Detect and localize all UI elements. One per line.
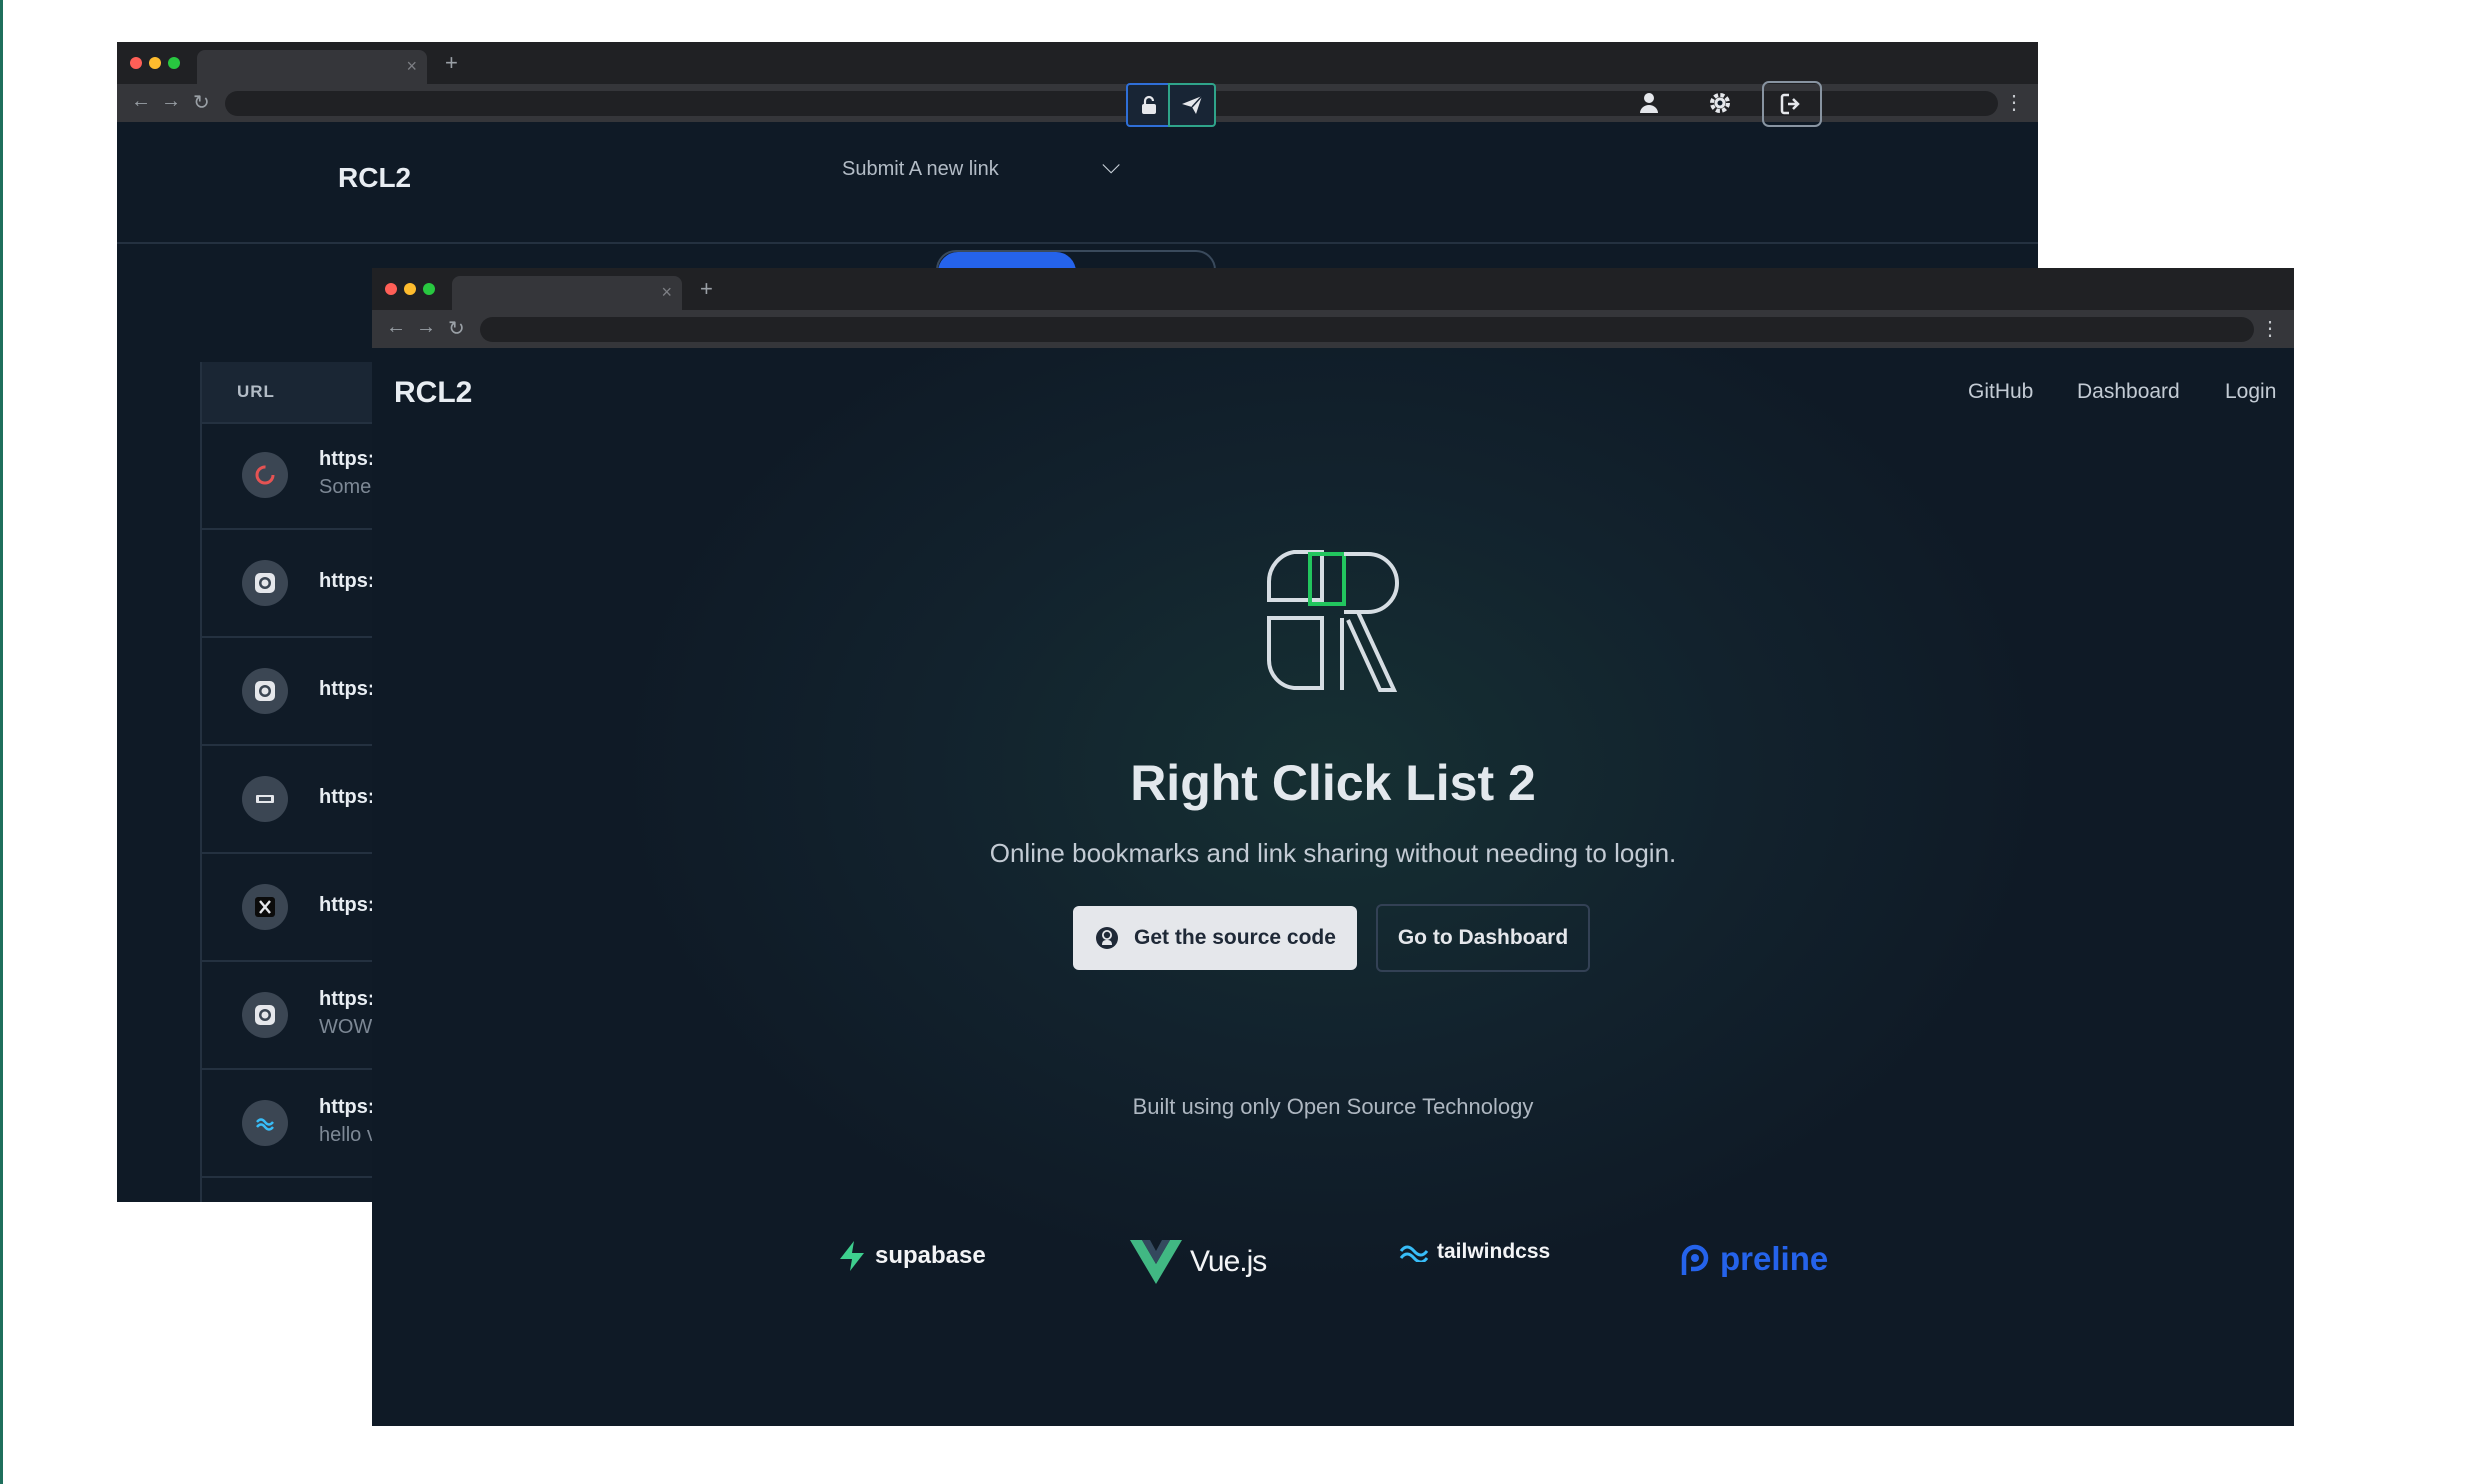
url-column-header[interactable]: URL (237, 382, 275, 402)
row-description: WOW (319, 1016, 373, 1038)
row-url[interactable]: https: (319, 1096, 375, 1119)
back-arrow-icon[interactable]: ← (131, 90, 151, 113)
minimize-window-button[interactable] (404, 283, 416, 295)
tailwind-label: tailwindcss (1437, 1240, 1551, 1263)
row-description: hello v (319, 1124, 377, 1146)
tab-bar: × + (117, 42, 2038, 84)
row-url[interactable]: https: (319, 570, 375, 593)
supabase-label: supabase (875, 1242, 986, 1269)
minimize-window-button[interactable] (149, 57, 161, 69)
close-window-button[interactable] (130, 57, 142, 69)
logout-button[interactable] (1762, 81, 1822, 127)
close-icon[interactable]: × (406, 56, 417, 77)
rcl-logo-icon (1266, 550, 1399, 692)
vue-label: Vue.js (1190, 1245, 1267, 1278)
window-controls (385, 283, 435, 295)
back-arrow-icon[interactable]: ← (386, 316, 406, 339)
new-tab-button[interactable]: + (700, 276, 713, 302)
submit-link-label: Submit A new link (842, 158, 999, 180)
user-icon[interactable] (1638, 92, 1660, 119)
preline-logo[interactable]: preline (1678, 1240, 1828, 1278)
tab-bar: × + (372, 268, 2294, 310)
preline-label: preline (1720, 1240, 1829, 1277)
reload-icon[interactable]: ↻ (448, 316, 465, 341)
forward-arrow-icon[interactable]: → (416, 316, 436, 339)
url-field[interactable] (480, 317, 2254, 342)
maximize-window-button[interactable] (423, 283, 435, 295)
left-accent-line (0, 0, 3, 1484)
supabase-logo[interactable]: supabase (837, 1240, 986, 1272)
address-bar: ← → ↻ ⋮ (372, 310, 2294, 348)
landing-page: RCL2 GitHub Dashboard Login Right Click … (372, 348, 2294, 1426)
app-header: RCL2 Submit A new link ⌵ (117, 122, 2038, 244)
close-window-button[interactable] (385, 283, 397, 295)
app-logo[interactable]: RCL2 (338, 162, 411, 194)
chevron-down-icon: ⌵ (1102, 152, 1121, 179)
github-icon (242, 992, 288, 1038)
browser-tab[interactable]: × (452, 276, 682, 310)
vue-icon (1130, 1240, 1182, 1284)
reload-icon[interactable]: ↻ (193, 90, 210, 115)
preline-icon (1681, 1244, 1709, 1275)
get-source-button[interactable]: Get the source code (1073, 906, 1357, 970)
browser-menu-icon[interactable]: ⋮ (2260, 316, 2280, 341)
row-url[interactable]: https: (319, 678, 375, 701)
maximize-window-button[interactable] (168, 57, 180, 69)
nav-dashboard-link[interactable]: Dashboard (2077, 380, 2180, 404)
url-field[interactable] (225, 91, 1998, 116)
front-browser-window: × + ← → ↻ ⋮ RCL2 GitHub Dashboard Login … (372, 268, 2294, 1426)
row-url[interactable]: https: (319, 448, 375, 471)
submit-link-select[interactable]: Submit A new link ⌵ (842, 148, 1142, 188)
send-icon (1182, 95, 1203, 114)
gear-icon[interactable] (1708, 91, 1732, 120)
favicon-icon (242, 452, 288, 498)
go-to-dashboard-label: Go to Dashboard (1397, 926, 1569, 949)
github-icon (242, 668, 288, 714)
send-button[interactable] (1168, 83, 1216, 127)
vue-logo[interactable]: Vue.js (1130, 1240, 1267, 1284)
row-description: Some (319, 476, 372, 498)
close-icon[interactable]: × (661, 282, 672, 303)
tailwind-logo[interactable]: tailwindcss (1399, 1240, 1550, 1264)
lock-icon (1142, 95, 1156, 114)
new-tab-button[interactable]: + (445, 50, 458, 76)
go-to-dashboard-button[interactable]: Go to Dashboard (1376, 904, 1590, 972)
nav-login-link[interactable]: Login (2225, 380, 2276, 404)
hero-title: Right Click List 2 (1130, 755, 1536, 811)
nav-github-link[interactable]: GitHub (1968, 380, 2033, 404)
row-url[interactable]: https: (319, 894, 375, 917)
x-logo-icon (242, 884, 288, 930)
hero-subtitle: Online bookmarks and link sharing withou… (989, 838, 1677, 868)
github-icon (242, 560, 288, 606)
github-icon (1096, 927, 1119, 949)
tailwind-favicon-icon (242, 1100, 288, 1146)
browser-tab[interactable]: × (197, 50, 427, 84)
window-controls (130, 57, 180, 69)
get-source-label: Get the source code (1134, 926, 1336, 949)
supabase-bolt-icon (840, 1241, 864, 1271)
address-bar: ← → ↻ ⋮ (117, 84, 2038, 122)
logout-icon (1780, 93, 1800, 115)
lock-button[interactable] (1126, 83, 1172, 127)
row-url[interactable]: https: (319, 786, 375, 809)
forward-arrow-icon[interactable]: → (161, 90, 181, 113)
browser-menu-icon[interactable]: ⋮ (2004, 90, 2024, 115)
tailwind-icon (1399, 1245, 1429, 1262)
row-url[interactable]: https: (319, 988, 375, 1011)
built-with-text: Built using only Open Source Technology (1132, 1094, 1534, 1119)
site-favicon-icon (242, 776, 288, 822)
app-logo[interactable]: RCL2 (394, 376, 472, 410)
